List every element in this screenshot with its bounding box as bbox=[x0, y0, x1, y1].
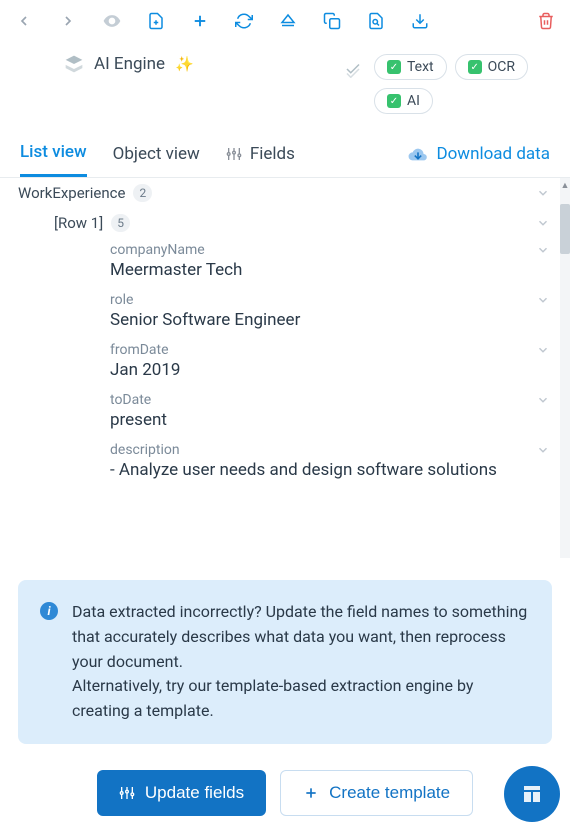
chevron-down-icon[interactable] bbox=[536, 443, 550, 457]
check-icon: ✓ bbox=[387, 60, 401, 74]
badge-label: Text bbox=[407, 59, 434, 75]
badge-ai[interactable]: ✓ AI bbox=[374, 88, 433, 114]
badge-group: ✓ Text ✓ OCR ✓ AI bbox=[374, 54, 554, 114]
scrollbar-thumb[interactable] bbox=[560, 204, 570, 254]
engine-row: AI Engine ✨ ✓ Text ✓ OCR ✓ AI bbox=[0, 36, 570, 124]
trash-icon[interactable] bbox=[536, 11, 556, 31]
checkmark-icon bbox=[344, 54, 362, 78]
check-icon: ✓ bbox=[468, 60, 482, 74]
chevron-down-icon[interactable] bbox=[536, 393, 550, 407]
tab-fields[interactable]: Fields bbox=[226, 144, 295, 176]
chevron-down-icon[interactable] bbox=[536, 293, 550, 307]
field-value[interactable]: Jan 2019 bbox=[110, 358, 550, 380]
download-label: Download data bbox=[436, 144, 550, 164]
chevron-down-icon[interactable] bbox=[536, 186, 550, 200]
stack-icon bbox=[64, 54, 84, 74]
field-value[interactable]: Senior Software Engineer bbox=[110, 308, 550, 330]
chevron-down-icon[interactable] bbox=[536, 216, 550, 230]
update-fields-button[interactable]: Update fields bbox=[97, 770, 266, 816]
engine-label: AI Engine bbox=[94, 54, 165, 74]
tab-label: List view bbox=[20, 142, 87, 162]
copy-icon[interactable] bbox=[322, 11, 342, 31]
info-line1: Data extracted incorrectly? Update the f… bbox=[72, 602, 527, 671]
scroll-up-icon[interactable]: ▲ bbox=[560, 180, 570, 191]
refresh-icon[interactable] bbox=[234, 11, 254, 31]
scrollbar[interactable]: ▲ bbox=[560, 178, 570, 558]
button-label: Update fields bbox=[145, 783, 244, 803]
action-row: Update fields Create template bbox=[0, 744, 570, 816]
button-label: Create template bbox=[329, 783, 450, 803]
info-icon: i bbox=[40, 602, 58, 620]
info-line2: Alternatively, try our template-based ex… bbox=[72, 676, 473, 720]
badge-label: OCR bbox=[488, 59, 515, 75]
field-fromDate: fromDate Jan 2019 bbox=[54, 338, 570, 388]
field-value[interactable]: Meermaster Tech bbox=[110, 258, 550, 280]
group-name: WorkExperience bbox=[18, 184, 125, 202]
info-alert: i Data extracted incorrectly? Update the… bbox=[18, 580, 552, 744]
info-text: Data extracted incorrectly? Update the f… bbox=[72, 600, 530, 724]
tab-list-view[interactable]: List view bbox=[20, 142, 87, 177]
field-value[interactable]: present bbox=[110, 408, 550, 430]
visibility-icon[interactable] bbox=[102, 11, 122, 31]
badge-text[interactable]: ✓ Text bbox=[374, 54, 447, 80]
fab-button[interactable] bbox=[504, 766, 560, 822]
tab-label: Object view bbox=[113, 144, 200, 164]
field-label: fromDate bbox=[110, 342, 169, 358]
field-companyName: companyName Meermaster Tech bbox=[54, 238, 570, 288]
tabs: List view Object view Fields Download da… bbox=[0, 124, 570, 178]
count-badge: 5 bbox=[111, 214, 130, 232]
plus-icon bbox=[303, 785, 319, 801]
sliders-icon bbox=[119, 785, 135, 801]
count-badge: 2 bbox=[133, 184, 152, 202]
create-template-button[interactable]: Create template bbox=[280, 770, 473, 816]
plus-icon[interactable] bbox=[190, 11, 210, 31]
field-value[interactable]: - Analyze user needs and design software… bbox=[110, 458, 550, 480]
sliders-icon bbox=[226, 146, 242, 162]
eject-icon[interactable] bbox=[278, 11, 298, 31]
chevron-down-icon[interactable] bbox=[536, 343, 550, 357]
cloud-download-icon bbox=[408, 146, 428, 162]
field-label: description bbox=[110, 442, 180, 458]
field-label: companyName bbox=[110, 242, 205, 258]
toolbar bbox=[0, 0, 570, 36]
field-label: role bbox=[110, 292, 133, 308]
badge-label: AI bbox=[407, 93, 420, 109]
field-role: role Senior Software Engineer bbox=[54, 288, 570, 338]
tab-object-view[interactable]: Object view bbox=[113, 144, 200, 176]
prev-icon bbox=[14, 11, 34, 31]
search-file-icon[interactable] bbox=[366, 11, 386, 31]
next-icon bbox=[58, 11, 78, 31]
group-workexperience[interactable]: WorkExperience 2 bbox=[18, 178, 570, 208]
check-icon: ✓ bbox=[387, 94, 401, 108]
row-label: [Row 1] bbox=[54, 214, 103, 232]
new-file-icon[interactable] bbox=[146, 11, 166, 31]
download-data-link[interactable]: Download data bbox=[408, 144, 550, 176]
sparkle-icon: ✨ bbox=[175, 55, 194, 73]
row-1[interactable]: [Row 1] 5 bbox=[54, 208, 570, 238]
badge-ocr[interactable]: ✓ OCR bbox=[455, 54, 528, 80]
chevron-down-icon[interactable] bbox=[536, 243, 550, 257]
data-pane: ▲ WorkExperience 2 [Row 1] 5 bbox=[0, 178, 570, 558]
field-label: toDate bbox=[110, 392, 151, 408]
download-icon[interactable] bbox=[410, 11, 430, 31]
field-toDate: toDate present bbox=[54, 388, 570, 438]
field-description: description - Analyze user needs and des… bbox=[54, 438, 570, 488]
tab-label: Fields bbox=[250, 144, 295, 164]
